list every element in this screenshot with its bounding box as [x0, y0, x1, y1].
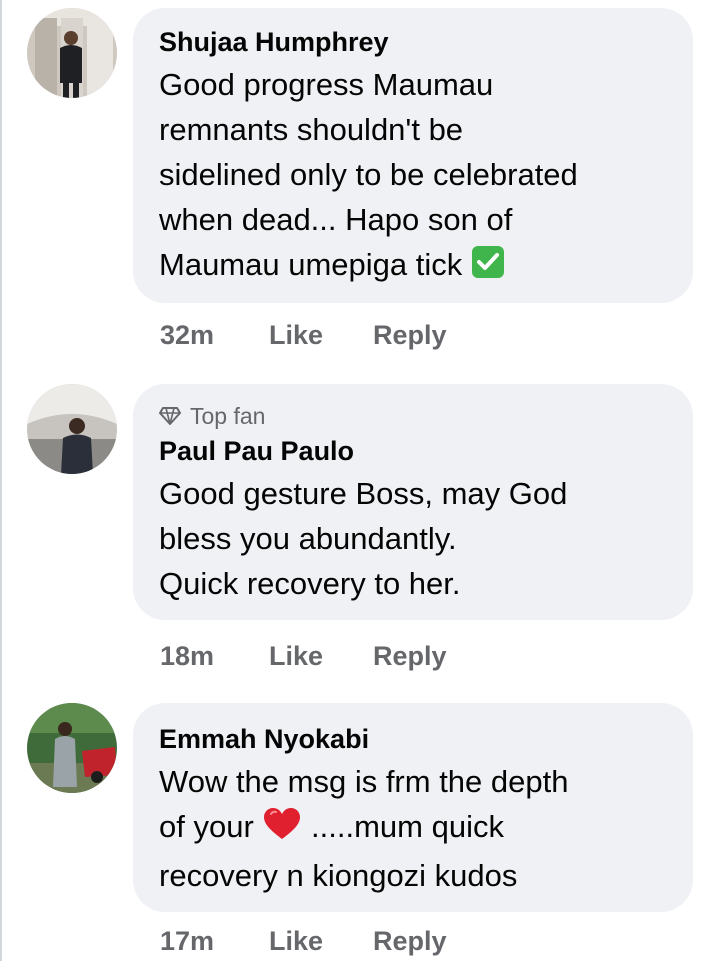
comment-text: Wow the msg is frm the depth of your ...… — [159, 759, 673, 898]
avatar[interactable] — [27, 8, 117, 98]
avatar[interactable] — [27, 384, 117, 474]
comment-line: remnants shouldn't be — [159, 112, 464, 147]
comment-thread: Shujaa Humphrey Good progress Maumau rem… — [0, 0, 720, 961]
comment-line: Maumau umepiga tick — [159, 242, 673, 291]
check-mark-button-icon — [471, 245, 505, 291]
comment-line: sidelined only to be celebrated — [159, 157, 578, 192]
divider — [0, 0, 2, 961]
comment-line: Quick recovery to her. — [159, 566, 461, 601]
comment-line: when dead... Hapo son of — [159, 202, 513, 237]
comment-line: of your .....mum quick — [159, 804, 673, 853]
comment-timestamp[interactable]: 32m — [160, 318, 269, 352]
like-button[interactable]: Like — [269, 924, 373, 958]
comment-author[interactable]: Paul Pau Paulo — [159, 435, 673, 467]
comment-line: Wow the msg is frm the depth — [159, 764, 569, 799]
comment-line-text: of your — [159, 809, 254, 844]
comment-line: Good progress Maumau — [159, 67, 494, 102]
avatar[interactable] — [27, 703, 117, 793]
comment-actions: 17m Like Reply — [160, 924, 447, 958]
comment-text: Good progress Maumau remnants shouldn't … — [159, 62, 673, 291]
comment-line: recovery n kiongozi kudos — [159, 858, 518, 893]
comment-author[interactable]: Emmah Nyokabi — [159, 723, 673, 755]
like-button[interactable]: Like — [269, 639, 373, 673]
badge-label: Top fan — [190, 403, 266, 429]
comment-bubble: Top fan Paul Pau Paulo Good gesture Boss… — [133, 384, 693, 620]
reply-button[interactable]: Reply — [373, 639, 447, 673]
like-button[interactable]: Like — [269, 318, 373, 352]
comment-line: Good gesture Boss, may God — [159, 476, 568, 511]
top-fan-badge: Top fan — [159, 403, 673, 429]
comment-bubble: Shujaa Humphrey Good progress Maumau rem… — [133, 8, 693, 303]
comment-author[interactable]: Shujaa Humphrey — [159, 26, 673, 58]
diamond-icon — [159, 407, 181, 425]
comment-line-text: .....mum quick — [311, 809, 504, 844]
comment-line-text: Maumau umepiga tick — [159, 247, 463, 282]
comment-line: bless you abundantly. — [159, 521, 457, 556]
comment-actions: 18m Like Reply — [160, 639, 447, 673]
avatar-photo — [27, 703, 117, 793]
comment-timestamp[interactable]: 17m — [160, 924, 269, 958]
comment-actions: 32m Like Reply — [160, 318, 447, 352]
reply-button[interactable]: Reply — [373, 924, 447, 958]
reply-button[interactable]: Reply — [373, 318, 447, 352]
comment-text: Good gesture Boss, may God bless you abu… — [159, 471, 673, 606]
comment-timestamp[interactable]: 18m — [160, 639, 269, 673]
avatar-photo — [27, 384, 117, 474]
red-heart-icon — [262, 807, 302, 853]
comment-bubble: Emmah Nyokabi Wow the msg is frm the dep… — [133, 703, 693, 912]
avatar-photo — [27, 8, 117, 98]
